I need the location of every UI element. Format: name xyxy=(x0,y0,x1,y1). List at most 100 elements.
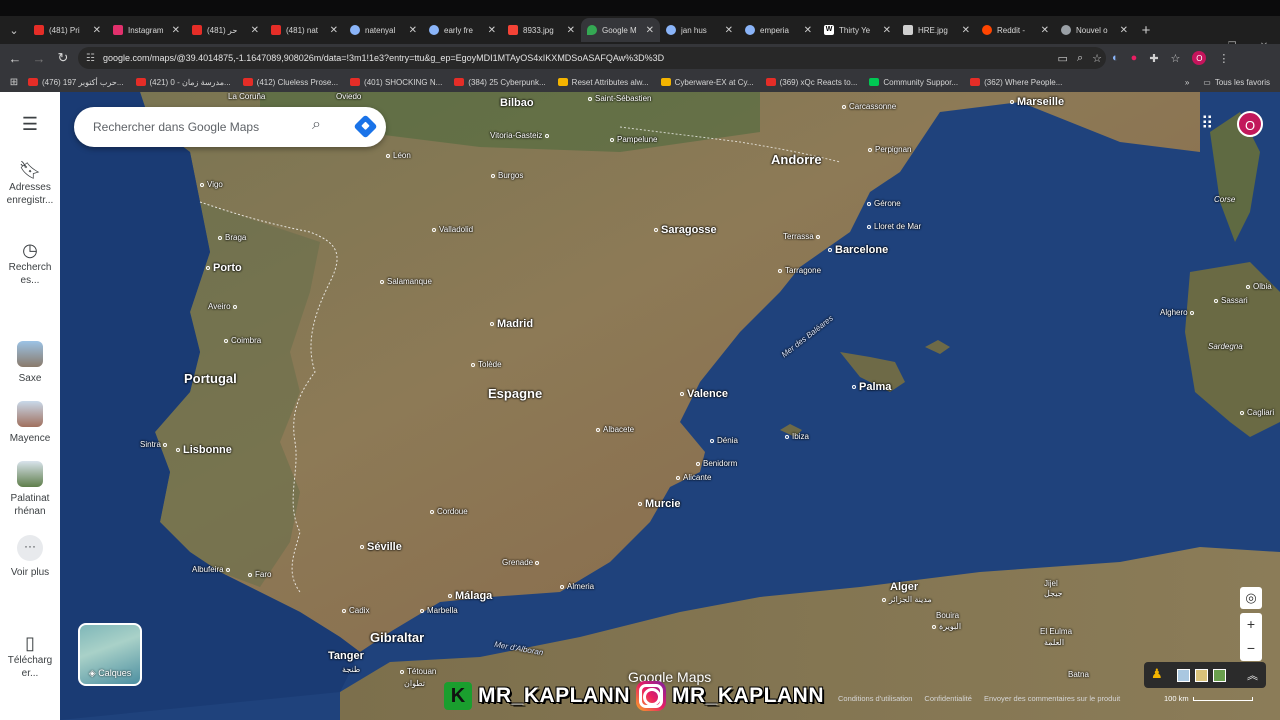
region-label[interactable]: Sardegna xyxy=(1208,342,1243,351)
city-label[interactable]: Batna xyxy=(1068,670,1089,679)
tab[interactable]: Nouvel o ✕ xyxy=(1055,18,1134,42)
bookmark-item[interactable]: (401) SHOCKING N... xyxy=(350,78,442,87)
bookmark-item[interactable]: Community Suppor... xyxy=(869,78,958,87)
city-label[interactable]: تطوان xyxy=(404,679,425,688)
city-label[interactable]: Saragosse xyxy=(654,224,717,236)
new-tab-plus-icon[interactable]: + xyxy=(1134,22,1158,39)
tab-search-chevron-icon[interactable]: ⌄ xyxy=(0,16,28,44)
bookmark-item[interactable]: (384) 25 Cyberpunk... xyxy=(454,78,546,87)
tab[interactable]: (481) Pri ✕ xyxy=(28,18,107,42)
close-icon[interactable]: ✕ xyxy=(93,25,101,36)
city-label[interactable]: البويرة xyxy=(932,622,961,631)
traffic-tile-icon[interactable] xyxy=(1195,669,1208,682)
privacy-link[interactable]: Confidentialité xyxy=(924,694,972,703)
close-icon[interactable]: ✕ xyxy=(172,25,180,36)
city-label[interactable]: Ibiza xyxy=(785,432,809,441)
city-label[interactable]: Aveiro xyxy=(208,302,240,311)
tab-google-maps[interactable]: Google M ✕ xyxy=(581,18,660,42)
city-label[interactable]: Alghero xyxy=(1160,308,1197,317)
tab[interactable]: Reddit - ✕ xyxy=(976,18,1055,42)
bookmark-star-icon[interactable]: ☆ xyxy=(1092,52,1102,65)
zoom-icon[interactable]: ⌕ xyxy=(1077,52,1083,65)
city-label[interactable]: Sassari xyxy=(1214,296,1248,305)
close-icon[interactable]: ✕ xyxy=(1120,25,1128,36)
city-label[interactable]: Tarragone xyxy=(778,266,821,275)
city-label[interactable]: Madrid xyxy=(490,318,533,330)
back-arrow-icon[interactable]: ← xyxy=(3,51,27,66)
city-label[interactable]: Sintra xyxy=(140,440,170,449)
city-label[interactable]: جيجل xyxy=(1044,589,1063,598)
omnibox[interactable]: ☷ google.com/maps/@39.4014875,-1.1647089… xyxy=(78,47,1106,69)
city-label[interactable]: Carcassonne xyxy=(842,102,896,111)
tab[interactable]: emperia ✕ xyxy=(739,18,818,42)
bookmark-item[interactable]: Cyberware-EX at Cy... xyxy=(660,78,754,87)
city-label[interactable]: La Coruña xyxy=(228,92,265,101)
city-label[interactable]: Bilbao xyxy=(500,97,534,109)
tab[interactable]: HRE.jpg ✕ xyxy=(897,18,976,42)
feedback-link[interactable]: Envoyer des commentaires sur le produit xyxy=(984,694,1120,703)
tab[interactable]: natenyal ✕ xyxy=(344,18,423,42)
city-label[interactable]: Perpignan xyxy=(868,145,911,154)
city-label[interactable]: Salamanque xyxy=(380,277,432,286)
forward-arrow-icon[interactable]: → xyxy=(27,51,51,66)
city-label[interactable]: Vigo xyxy=(200,180,223,189)
city-label[interactable]: Valladolid xyxy=(432,225,473,234)
tab[interactable]: jan hus ✕ xyxy=(660,18,739,42)
country-label[interactable]: Espagne xyxy=(488,386,542,401)
city-label[interactable]: Barcelone xyxy=(828,244,888,256)
city-label[interactable]: Murcie xyxy=(638,498,680,510)
city-label[interactable]: Vitoria-Gasteiz xyxy=(490,131,552,140)
extension-icon[interactable]: ◐ xyxy=(1112,52,1119,64)
city-label[interactable]: Cagliari xyxy=(1240,408,1274,417)
sidepanel-star-icon[interactable]: ☆ xyxy=(1171,52,1181,65)
satellite-map[interactable]: Portugal Espagne Andorre La Coruña Ovied… xyxy=(60,92,1280,720)
city-label[interactable]: Lloret de Mar xyxy=(867,222,921,231)
city-label[interactable]: Braga xyxy=(218,233,246,242)
city-label[interactable]: Séville xyxy=(360,541,402,553)
site-info-icon[interactable]: ☷ xyxy=(86,53,95,64)
tab[interactable]: (481) حر ✕ xyxy=(186,18,265,42)
my-location-icon[interactable]: ◎ xyxy=(1240,587,1262,609)
account-avatar[interactable]: O xyxy=(1237,111,1263,137)
city-label[interactable]: Marseille xyxy=(1010,96,1064,108)
bookmark-item[interactable]: (412) Clueless Prose... xyxy=(242,78,338,87)
city-label[interactable]: Alger xyxy=(890,581,918,593)
more-button[interactable]: ··· Voir plus xyxy=(0,535,60,579)
bookmark-item[interactable]: Reset Attributes alw... xyxy=(557,78,649,87)
city-label[interactable]: Benidorm xyxy=(696,459,737,468)
city-label[interactable]: Bouira xyxy=(936,611,959,620)
profile-avatar[interactable]: O xyxy=(1192,51,1207,65)
city-label[interactable]: Palma xyxy=(852,381,891,393)
reload-icon[interactable]: ↻ xyxy=(51,50,75,66)
city-label[interactable]: Cordoue xyxy=(430,507,468,516)
country-label[interactable]: Andorre xyxy=(771,152,822,167)
city-label[interactable]: Almeria xyxy=(560,582,594,591)
tab[interactable]: 8933.jpg ✕ xyxy=(502,18,581,42)
city-label[interactable]: Albufeira xyxy=(192,565,233,574)
recent-place-mayence[interactable]: Mayence xyxy=(0,401,60,445)
close-icon[interactable]: ✕ xyxy=(962,25,970,36)
pegman-icon[interactable]: ♟ xyxy=(1151,666,1163,682)
saved-places-button[interactable]: 🔖︎ Adresses enregistr... xyxy=(0,161,60,207)
recent-place-palatinat[interactable]: Palatinat rhénan xyxy=(0,461,60,518)
menu-kebab-icon[interactable]: ⋮ xyxy=(1218,52,1229,65)
city-label[interactable]: Coimbra xyxy=(224,336,261,345)
city-label[interactable]: مدينة الجزائر xyxy=(882,595,932,604)
city-label[interactable]: Porto xyxy=(206,262,242,274)
city-label[interactable]: طنجة xyxy=(342,665,360,674)
expand-chevron-icon[interactable]: ︽ xyxy=(1247,667,1258,683)
recent-button[interactable]: ◷ Recherch es... xyxy=(0,241,60,287)
close-icon[interactable]: ✕ xyxy=(804,25,812,36)
city-label[interactable]: Tétouan xyxy=(400,667,436,676)
city-label[interactable]: Albacete xyxy=(596,425,634,434)
city-label[interactable]: Burgos xyxy=(491,171,523,180)
bookmark-item[interactable]: (476) حرب أكتوبر 197... xyxy=(28,78,124,87)
download-app-button[interactable]: ▯ Télécharg er... xyxy=(0,634,60,680)
zoom-out-icon[interactable]: − xyxy=(1240,637,1262,661)
bookmark-item[interactable]: (369) xQc Reacts to... xyxy=(765,78,857,87)
google-apps-grid-icon[interactable]: ⠿ xyxy=(1201,114,1213,134)
recent-place-saxe[interactable]: Saxe xyxy=(0,341,60,385)
chevron-right-icon[interactable]: » xyxy=(1185,78,1189,87)
install-app-icon[interactable]: ▭ xyxy=(1058,52,1068,65)
city-label[interactable]: Léon xyxy=(386,151,411,160)
